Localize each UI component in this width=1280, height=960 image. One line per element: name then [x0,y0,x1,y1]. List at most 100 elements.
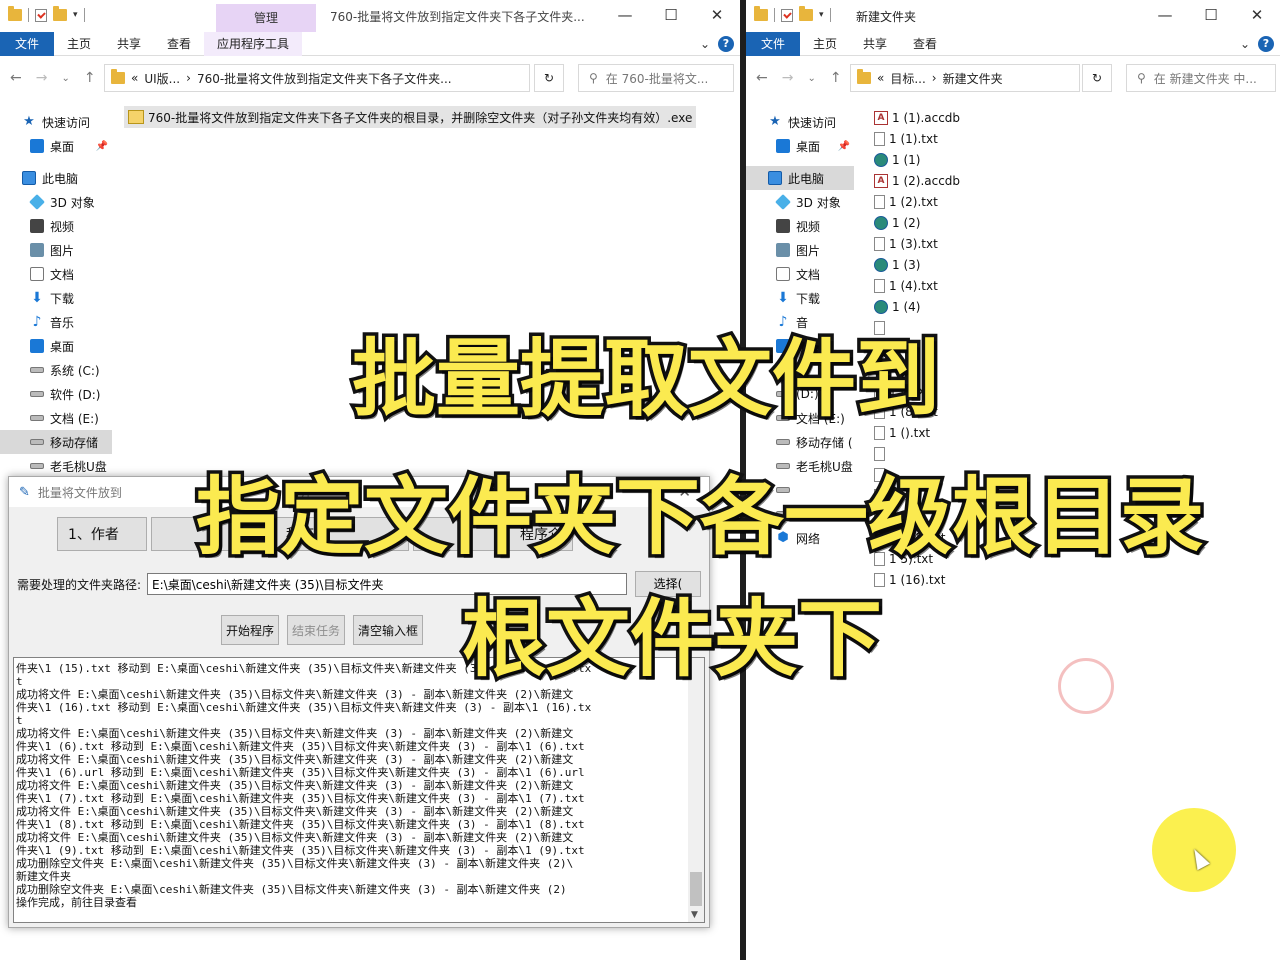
help-icon[interactable]: ? [718,36,734,52]
folder-icon[interactable] [8,6,22,21]
drive-icon [30,463,44,469]
nav-item[interactable]: 此电脑 [746,166,854,190]
nav-item[interactable]: 图片 [0,238,112,262]
chevron-down-icon[interactable]: ▾ [819,10,824,20]
tab-file[interactable]: 文件 [746,31,800,56]
refresh-icon: ↻ [543,71,555,85]
breadcrumb-item[interactable]: 新建文件夹 [943,70,1003,87]
nav-item[interactable]: ⬇ 下载 [746,286,854,310]
file-item[interactable]: 1 (2) [874,212,960,233]
folder-icon [111,69,125,84]
scroll-thumb[interactable] [690,872,702,906]
refresh-button[interactable]: ↻ [1082,64,1112,92]
refresh-button[interactable]: ↻ [534,64,564,92]
minimize-icon[interactable]: — [1142,0,1188,30]
recent-chevron-icon[interactable]: ⌄ [807,73,815,86]
properties-icon[interactable] [35,8,47,22]
breadcrumb-item[interactable]: 目标... [890,70,925,87]
computer-icon [768,171,782,185]
ribbon-tabs: 文件 主页 共享 查看 ⌄ ? [746,31,1280,56]
file-item[interactable]: 1 (1) [874,149,960,170]
text-file-icon [874,278,885,293]
tab-share[interactable]: 共享 [104,32,154,56]
nav-item[interactable]: 3D 对象 [0,190,112,214]
file-item[interactable]: 1 (1).txt [874,128,960,149]
nav-item[interactable]: 图片 [746,238,854,262]
maximize-icon[interactable]: ☐ [648,0,694,30]
selected-file-item[interactable]: 760-批量将文件放到指定文件夹下各子文件夹的根目录，并删除空文件夹（对子孙文件… [124,106,697,128]
chevron-down-icon[interactable]: ⌄ [1240,37,1250,51]
nav-item-label: 文档 [50,267,75,282]
pin-icon[interactable]: 📌 [96,141,108,152]
up-arrow-icon[interactable]: ↑ [830,70,842,86]
picture-icon [776,243,790,257]
maximize-icon[interactable]: ☐ [1188,0,1234,30]
back-arrow-icon[interactable]: ← [756,70,768,86]
divider [774,8,775,22]
minimize-icon[interactable]: — [602,0,648,30]
address-bar[interactable]: « UI版... › 760-批量将文件放到指定文件夹下各子文件夹... [104,64,530,92]
nav-item[interactable]: 桌面 📌 [0,134,112,158]
tab-view[interactable]: 查看 [900,32,950,56]
close-icon[interactable]: ✕ [694,0,740,30]
close-icon[interactable]: ✕ [1234,0,1280,30]
nav-item[interactable]: 文档 [0,262,112,286]
nav-item-label: 3D 对象 [796,195,841,210]
tab-view[interactable]: 查看 [154,32,204,56]
cube-icon [29,194,45,210]
scrollbar[interactable]: ▼ [688,658,704,922]
forward-arrow-icon[interactable]: → [782,70,794,86]
nav-item[interactable]: ★ 快速访问 [0,110,112,134]
search-box[interactable]: ⚲ 在 新建文件夹 中... [1126,64,1276,92]
file-item[interactable]: 1 (2).txt [874,191,960,212]
recent-chevron-icon[interactable]: ⌄ [61,73,69,86]
tab-home[interactable]: 主页 [54,32,104,56]
manage-tab[interactable]: 管理 [216,4,316,32]
nav-item[interactable]: ⬇ 下载 [0,286,112,310]
title-bar: ▾ 新建文件夹 — ☐ ✕ [746,0,1280,32]
file-item[interactable]: A 1 (1).accdb [874,107,960,128]
breadcrumb-item[interactable]: 760-批量将文件放到指定文件夹下各子文件夹... [197,70,452,87]
tab-file[interactable]: 文件 [0,31,54,56]
breadcrumb-item[interactable]: UI版... [144,70,180,87]
chevron-down-icon[interactable]: ⌄ [700,37,710,51]
nav-item[interactable]: 桌面 📌 [746,134,854,158]
window-title: 新建文件夹 [856,10,917,24]
nav-item[interactable]: 文档 [746,262,854,286]
address-bar[interactable]: « 目标... › 新建文件夹 [850,64,1080,92]
log-output[interactable]: 件夹\1 (15).txt 移动到 E:\桌面\ceshi\新建文件夹 (35)… [13,657,705,923]
up-arrow-icon[interactable]: ↑ [84,70,96,86]
ribbon-right: ⌄ ? [700,36,734,52]
refresh-icon: ↻ [1091,71,1103,85]
pin-icon[interactable]: 📌 [838,141,850,152]
overlay-caption-line2: 指定文件夹下各一级根目录 [192,465,1207,570]
file-item[interactable]: 1 (3) [874,254,960,275]
tab-app-tools[interactable]: 应用程序工具 [204,31,303,56]
file-item[interactable]: 1 (4).txt [874,275,960,296]
nav-item[interactable]: 视频 [746,214,854,238]
nav-item-label: 快速访问 [42,115,91,130]
nav-item-label: 移动存储 [50,435,99,450]
new-folder-icon[interactable] [799,6,813,21]
properties-icon[interactable] [781,8,793,22]
nav-item-label: 3D 对象 [50,195,95,210]
file-item[interactable]: A 1 (2).accdb [874,170,960,191]
help-icon[interactable]: ? [1258,36,1274,52]
nav-item[interactable]: ★ 快速访问 [746,110,854,134]
nav-item[interactable]: 视频 [0,214,112,238]
folder-icon [857,69,871,84]
tab-share[interactable]: 共享 [850,32,900,56]
back-arrow-icon[interactable]: ← [10,70,22,86]
nav-item-label: 视频 [50,219,75,234]
search-box[interactable]: ⚲ 在 760-批量将文... [578,64,734,92]
nav-item[interactable]: 此电脑 [0,166,112,190]
window-controls: — ☐ ✕ [602,0,740,30]
chevron-down-icon[interactable]: ▾ [73,10,78,20]
folder-icon[interactable] [754,6,768,21]
forward-arrow-icon[interactable]: → [36,70,48,86]
file-item[interactable]: 1 (3).txt [874,233,960,254]
new-folder-icon[interactable] [53,6,67,21]
scroll-down-icon[interactable]: ▼ [691,910,698,920]
tab-home[interactable]: 主页 [800,32,850,56]
nav-item[interactable]: 3D 对象 [746,190,854,214]
